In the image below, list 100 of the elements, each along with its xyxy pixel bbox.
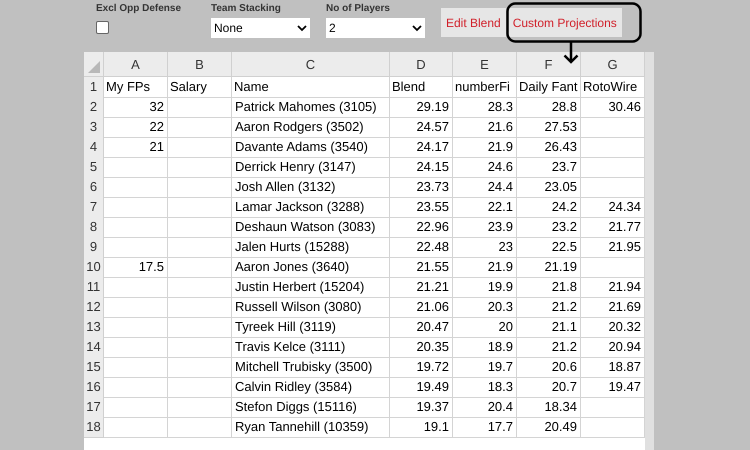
row-header[interactable]: 1 <box>84 77 104 98</box>
table-cell <box>168 257 232 278</box>
column-header[interactable]: D <box>390 52 453 76</box>
table-cell: 20.32 <box>581 317 645 338</box>
table-cell: 20.94 <box>581 337 645 358</box>
table-cell: 21.94 <box>581 277 645 298</box>
table-cell <box>104 377 168 398</box>
row-header[interactable]: 2 <box>84 97 104 118</box>
table-cell: Salary <box>168 77 232 98</box>
row-header[interactable]: 15 <box>84 357 104 378</box>
row-header[interactable]: 9 <box>84 237 104 258</box>
table-cell: Daily Fant <box>517 77 581 98</box>
row-header[interactable]: 14 <box>84 337 104 358</box>
row-header[interactable]: 13 <box>84 317 104 338</box>
table-cell: 21.9 <box>453 257 517 278</box>
table-cell: 17.5 <box>104 257 168 278</box>
chevron-down-icon <box>412 24 422 32</box>
table-cell <box>581 417 645 438</box>
column-header[interactable]: A <box>104 52 168 76</box>
table-cell <box>581 137 645 158</box>
table-cell: 20.7 <box>517 377 581 398</box>
table-cell: 19.1 <box>390 417 453 438</box>
table-cell: 24.34 <box>581 197 645 218</box>
table-cell <box>168 317 232 338</box>
table-cell: Aaron Rodgers (3502) <box>232 117 390 138</box>
table-cell: Ryan Tannehill (10359) <box>232 417 390 438</box>
table-cell: Lamar Jackson (3288) <box>232 197 390 218</box>
table-cell: 22 <box>104 117 168 138</box>
table-cell: 23.7 <box>517 157 581 178</box>
column-header[interactable]: C <box>232 52 390 76</box>
table-cell <box>104 317 168 338</box>
row-header[interactable]: 7 <box>84 197 104 218</box>
table-cell: numberFi <box>453 77 517 98</box>
down-arrow <box>563 42 579 64</box>
table-cell <box>168 417 232 438</box>
table-cell: Justin Herbert (15204) <box>232 277 390 298</box>
table-cell <box>104 357 168 378</box>
field-label: Team Stacking <box>211 2 282 16</box>
table-cell: 18.9 <box>453 337 517 358</box>
table-cell: 24.57 <box>390 117 453 138</box>
table-cell: 30.46 <box>581 97 645 118</box>
row-header[interactable]: 3 <box>84 117 104 138</box>
table-cell <box>168 137 232 158</box>
table-cell <box>168 217 232 238</box>
table-cell: Jalen Hurts (15288) <box>232 237 390 258</box>
table-cell: 20.4 <box>453 397 517 418</box>
row-header[interactable]: 18 <box>84 417 104 438</box>
table-cell <box>168 337 232 358</box>
column-header[interactable]: G <box>581 52 645 76</box>
toolbar-button[interactable]: Edit Blend <box>441 8 506 37</box>
table-cell <box>168 357 232 378</box>
table-cell: 19.37 <box>390 397 453 418</box>
table-cell: Stefon Diggs (15116) <box>232 397 390 418</box>
table-cell: Tyreek Hill (3119) <box>232 317 390 338</box>
table-cell: 23.55 <box>390 197 453 218</box>
table-cell: 26.43 <box>517 137 581 158</box>
table-cell: 23.9 <box>453 217 517 238</box>
row-header[interactable]: 4 <box>84 137 104 158</box>
table-cell: 21.06 <box>390 297 453 318</box>
table-cell: 24.17 <box>390 137 453 158</box>
table-cell: 18.3 <box>453 377 517 398</box>
table-cell: 20 <box>453 317 517 338</box>
table-cell: 23 <box>453 237 517 258</box>
table-cell: 19.9 <box>453 277 517 298</box>
column-header[interactable]: F <box>517 52 581 76</box>
field-label: No of Players <box>326 2 391 16</box>
row-header[interactable]: 16 <box>84 377 104 398</box>
row-header[interactable]: 6 <box>84 177 104 198</box>
row-header[interactable]: 8 <box>84 217 104 238</box>
table-cell: 21.55 <box>390 257 453 278</box>
table-cell <box>104 417 168 438</box>
field-label: Excl Opp Defense <box>96 2 182 16</box>
players-dropdown[interactable]: 2 <box>326 18 425 38</box>
toolbar-button[interactable]: Custom Projections <box>508 8 622 37</box>
table-cell: 20.47 <box>390 317 453 338</box>
table-cell <box>168 377 232 398</box>
row-header[interactable]: 5 <box>84 157 104 178</box>
column-header[interactable]: B <box>168 52 232 76</box>
checkbox[interactable] <box>96 21 109 34</box>
team-stacking-dropdown[interactable]: None <box>211 18 310 38</box>
table-cell: Calvin Ridley (3584) <box>232 377 390 398</box>
table-cell: Aaron Jones (3640) <box>232 257 390 278</box>
chevron-down-icon <box>297 24 307 32</box>
table-cell <box>104 397 168 418</box>
row-header[interactable]: 11 <box>84 277 104 298</box>
row-header[interactable]: 17 <box>84 397 104 418</box>
table-cell <box>581 117 645 138</box>
table-cell: 21.77 <box>581 217 645 238</box>
row-header[interactable]: 10 <box>84 257 104 278</box>
table-cell <box>168 277 232 298</box>
table-cell: 24.15 <box>390 157 453 178</box>
column-header[interactable]: E <box>453 52 517 76</box>
table-cell: 23.73 <box>390 177 453 198</box>
table-cell: 19.7 <box>453 357 517 378</box>
table-cell <box>104 237 168 258</box>
table-cell: 21.6 <box>453 117 517 138</box>
row-header[interactable]: 12 <box>84 297 104 318</box>
table-cell: Travis Kelce (3111) <box>232 337 390 358</box>
table-cell: 29.19 <box>390 97 453 118</box>
table-cell: 20.3 <box>453 297 517 318</box>
